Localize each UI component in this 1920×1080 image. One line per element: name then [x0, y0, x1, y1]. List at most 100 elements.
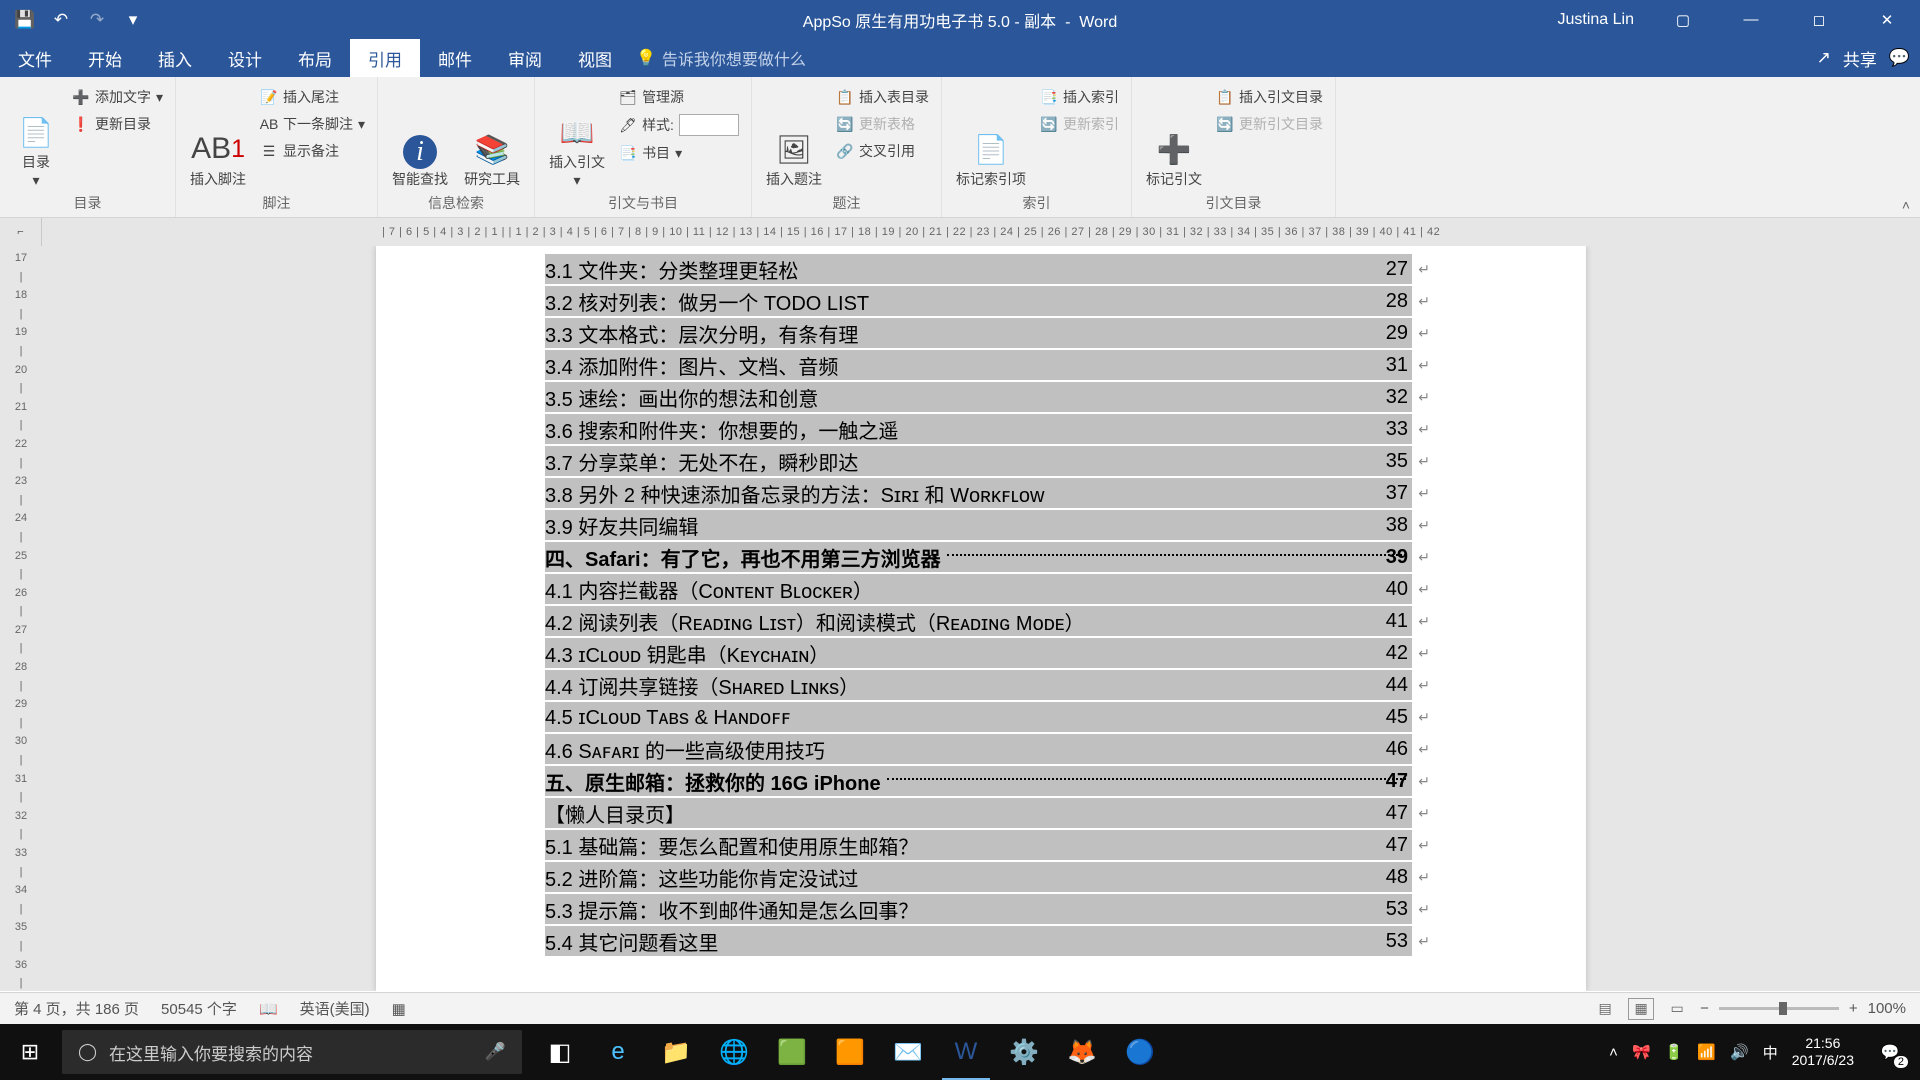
toc-entry[interactable]: 5.1 基础篇：要怎么配置和使用原生邮箱？47↵: [545, 830, 1412, 862]
spell-check-icon[interactable]: 📖: [259, 1000, 278, 1018]
comments-icon[interactable]: 💬: [1889, 48, 1910, 68]
tell-me-search[interactable]: 💡 告诉我你想要做什么: [636, 39, 806, 77]
zoom-slider[interactable]: [1719, 1007, 1839, 1010]
toc-entry[interactable]: 4.2 阅读列表（Rᴇᴀᴅɪɴɢ Lɪsᴛ）和阅读模式（Rᴇᴀᴅɪɴɢ Mᴏᴅᴇ…: [545, 606, 1412, 638]
chat-app[interactable]: 🔵: [1112, 1024, 1168, 1080]
zoom-out-button[interactable]: −: [1700, 1000, 1709, 1017]
manage-sources-button[interactable]: 🗂管理源: [615, 85, 743, 109]
research-tool-button[interactable]: 📚 研究工具: [458, 81, 526, 191]
toc-entry[interactable]: 3.9 好友共同编辑38↵: [545, 510, 1412, 542]
insert-toa-button[interactable]: 📋插入引文目录: [1212, 85, 1327, 109]
clock[interactable]: 21:56 2017/6/23: [1792, 1035, 1854, 1069]
insert-index-button[interactable]: 📑插入索引: [1036, 85, 1123, 109]
vertical-ruler[interactable]: 17|18|19|20|21|22|23|24|25|26|27|28|29|3…: [0, 246, 42, 991]
tab-layout[interactable]: 布局: [280, 39, 350, 77]
toc-entry[interactable]: 3.8 另外 2 种快速添加备忘录的方法：Sɪʀɪ 和 Wᴏʀᴋꜰʟᴏᴡ37↵: [545, 478, 1412, 510]
browser-app[interactable]: 🌐: [706, 1024, 762, 1080]
mic-icon[interactable]: 🎤: [485, 1042, 506, 1062]
mail-app[interactable]: ✉️: [880, 1024, 936, 1080]
wifi-icon[interactable]: 📶: [1697, 1043, 1716, 1061]
page-number-status[interactable]: 第 4 页，共 186 页: [14, 998, 139, 1019]
update-index-button[interactable]: 🔄更新索引: [1036, 112, 1123, 136]
tab-view[interactable]: 视图: [560, 39, 630, 77]
toc-entry[interactable]: 4.6 Sᴀꜰᴀʀɪ 的一些高级使用技巧46↵: [545, 734, 1412, 766]
word-app[interactable]: W: [938, 1024, 994, 1080]
mark-citation-button[interactable]: ➕ 标记引文: [1140, 81, 1208, 191]
print-layout-button[interactable]: ▦: [1628, 998, 1654, 1020]
ruler-corner[interactable]: ⌐: [0, 218, 42, 246]
tab-references[interactable]: 引用: [350, 39, 420, 77]
tab-review[interactable]: 审阅: [490, 39, 560, 77]
web-layout-button[interactable]: ▭: [1664, 998, 1690, 1020]
insert-citation-button[interactable]: 📖 插入引文▾: [543, 81, 611, 191]
toc-entry[interactable]: 3.4 添加附件：图片、文档、音频31↵: [545, 350, 1412, 382]
explorer-app[interactable]: 📁: [648, 1024, 704, 1080]
qat-more-button[interactable]: ▾: [120, 7, 146, 33]
share-button[interactable]: 共享: [1843, 46, 1877, 71]
mark-index-entry-button[interactable]: 📄 标记索引项: [950, 81, 1032, 191]
minimize-button[interactable]: —: [1726, 1, 1776, 39]
read-mode-button[interactable]: ▤: [1592, 998, 1618, 1020]
macro-icon[interactable]: ▦: [392, 1000, 406, 1018]
zoom-level[interactable]: 100%: [1868, 1000, 1906, 1017]
show-notes-button[interactable]: ☰显示备注: [256, 139, 369, 163]
tab-file[interactable]: 文件: [0, 39, 70, 77]
volume-icon[interactable]: 🔊: [1730, 1043, 1749, 1061]
language-status[interactable]: 英语(美国): [300, 998, 370, 1019]
user-name[interactable]: Justina Lin: [1558, 11, 1635, 29]
maximize-button[interactable]: ◻: [1794, 1, 1844, 39]
battery-icon[interactable]: 🔋: [1665, 1043, 1684, 1061]
page[interactable]: 3.1 文件夹：分类整理更轻松27↵3.2 核对列表：做另一个 TODO LIS…: [376, 246, 1586, 991]
insert-caption-button[interactable]: 🖼 插入题注: [760, 81, 828, 191]
update-toc-button[interactable]: ❗更新目录: [68, 112, 167, 136]
next-footnote-button[interactable]: AB下一条脚注 ▾: [256, 112, 369, 136]
cross-ref-button[interactable]: 🔗交叉引用: [832, 139, 933, 163]
insert-footnote-button[interactable]: AB1 插入脚注: [184, 81, 252, 191]
tray-chevron-icon[interactable]: ˄: [1609, 1044, 1618, 1061]
tab-mailings[interactable]: 邮件: [420, 39, 490, 77]
update-toa-button[interactable]: 🔄更新引文目录: [1212, 112, 1327, 136]
toc-entry[interactable]: 四、Safari：有了它，再也不用第三方浏览器39↵: [545, 542, 1412, 574]
citation-style-dropdown[interactable]: 🖊样式:: [615, 112, 743, 138]
toc-entry[interactable]: 4.1 内容拦截器（Cᴏɴᴛᴇɴᴛ Bʟᴏᴄᴋᴇʀ）40↵: [545, 574, 1412, 606]
redo-button[interactable]: ↷: [84, 7, 110, 33]
toc-entry[interactable]: 5.3 提示篇：收不到邮件通知是怎么回事？53↵: [545, 894, 1412, 926]
close-button[interactable]: ✕: [1862, 1, 1912, 39]
share-icon[interactable]: ↗: [1817, 48, 1831, 68]
evernote-app[interactable]: 🟩: [764, 1024, 820, 1080]
horizontal-ruler[interactable]: | 7 | 6 | 5 | 4 | 3 | 2 | 1 | | 1 | 2 | …: [42, 218, 1920, 246]
taskbar-search[interactable]: ◯ 在这里输入你要搜索的内容 🎤: [62, 1030, 522, 1074]
toc-entry[interactable]: 3.3 文本格式：层次分明，有条有理29↵: [545, 318, 1412, 350]
toc-entry[interactable]: 3.2 核对列表：做另一个 TODO LIST28↵: [545, 286, 1412, 318]
ribbon-display-button[interactable]: ▢: [1658, 1, 1708, 39]
toc-button[interactable]: 📄 目录▾: [8, 81, 64, 191]
smart-lookup-button[interactable]: i 智能查找: [386, 81, 454, 191]
tab-home[interactable]: 开始: [70, 39, 140, 77]
toc-entry[interactable]: 5.4 其它问题看这里53↵: [545, 926, 1412, 958]
bibliography-button[interactable]: 📑书目 ▾: [615, 141, 743, 165]
task-view-button[interactable]: ◧: [532, 1024, 588, 1080]
toc-entry[interactable]: 3.7 分享菜单：无处不在，瞬秒即达35↵: [545, 446, 1412, 478]
tray-app-icon[interactable]: 🎀: [1632, 1043, 1651, 1061]
update-tof-button[interactable]: 🔄更新表格: [832, 112, 933, 136]
add-text-button[interactable]: ➕添加文字 ▾: [68, 85, 167, 109]
tab-design[interactable]: 设计: [210, 39, 280, 77]
start-button[interactable]: ⊞: [0, 1024, 60, 1080]
toc-entry[interactable]: 4.4 订阅共享链接（Sʜᴀʀᴇᴅ Lɪɴᴋs）44↵: [545, 670, 1412, 702]
edge-app[interactable]: e: [590, 1024, 646, 1080]
wunderlist-app[interactable]: 🟧: [822, 1024, 878, 1080]
firefox-app[interactable]: 🦊: [1054, 1024, 1110, 1080]
tab-insert[interactable]: 插入: [140, 39, 210, 77]
insert-tof-button[interactable]: 📋插入表目录: [832, 85, 933, 109]
toc-entry[interactable]: 3.5 速绘：画出你的想法和创意32↵: [545, 382, 1412, 414]
collapse-ribbon-button[interactable]: ˄: [1902, 197, 1910, 213]
toc-entry[interactable]: 3.6 搜索和附件夹：你想要的，一触之遥33↵: [545, 414, 1412, 446]
action-center-button[interactable]: 💬2: [1868, 1030, 1912, 1074]
undo-button[interactable]: ↶: [48, 7, 74, 33]
zoom-in-button[interactable]: +: [1849, 1000, 1858, 1017]
insert-endnote-button[interactable]: 📝插入尾注: [256, 85, 369, 109]
toc-entry[interactable]: 4.5 ɪCʟᴏᴜᴅ Tᴀʙs & Hᴀɴᴅᴏꜰꜰ45↵: [545, 702, 1412, 734]
toc-entry[interactable]: 4.3 ɪCʟᴏᴜᴅ 钥匙串（Kᴇʏᴄʜᴀɪɴ）42↵: [545, 638, 1412, 670]
style-box[interactable]: [679, 114, 739, 136]
toc-entry[interactable]: 【懒人目录页】47↵: [545, 798, 1412, 830]
